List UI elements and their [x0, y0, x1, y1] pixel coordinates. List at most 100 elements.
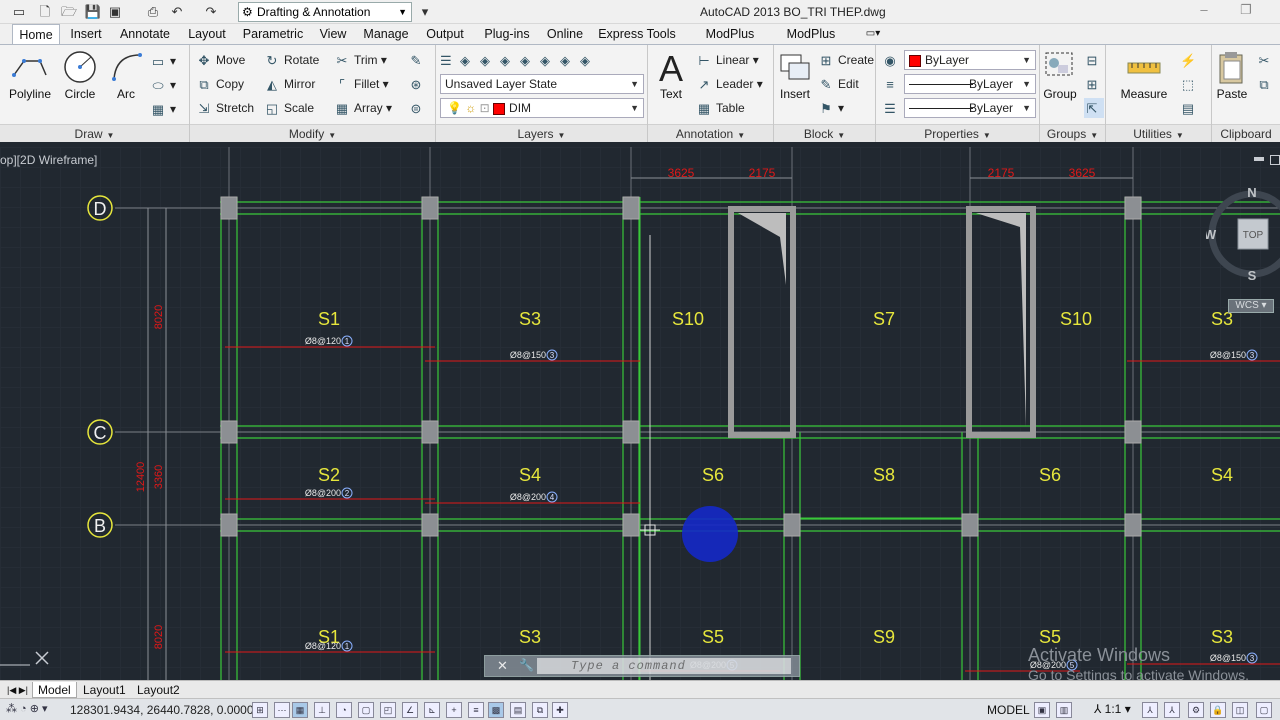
workspace-switch-icon[interactable]: ⚙ [1188, 702, 1204, 718]
ungroup-icon[interactable]: ⊟ [1084, 50, 1104, 70]
annotation-monitor-icon[interactable]: ✚ [552, 702, 568, 718]
workspace-select[interactable]: ⚙ Drafting & Annotation ▼ [238, 2, 412, 22]
hardware-acceleration-icon[interactable]: ◫ [1232, 702, 1248, 718]
groups-panel-title[interactable]: Groups ▼ [1040, 124, 1105, 142]
object-snap-tracking-icon[interactable]: ∠ [402, 702, 418, 718]
insert-block-button[interactable]: Insert [774, 49, 816, 101]
rotate-button[interactable]: ↻ Rotate [264, 50, 320, 70]
group-selection-icon[interactable]: ⇱ [1084, 98, 1104, 118]
wcs-menu[interactable]: WCS ▾ [1228, 299, 1274, 313]
circle-button[interactable]: Circle [56, 49, 104, 101]
tab-home[interactable]: Home [12, 24, 60, 44]
ortho-icon[interactable]: ⊥ [314, 702, 330, 718]
infer-icon[interactable]: ⋯ [274, 702, 290, 718]
minimize-icon[interactable]: – [1194, 2, 1214, 20]
ellipse-button[interactable]: ⬭ ▾ [150, 75, 176, 95]
ribbon-minimize-icon[interactable]: ▭▾ [860, 24, 886, 44]
quick-select-icon[interactable]: ⚡ [1180, 50, 1200, 70]
calculator-icon[interactable]: ▤ [1180, 98, 1200, 118]
move-button[interactable]: ✥ Move [196, 50, 246, 70]
tab-online[interactable]: Online [544, 24, 586, 44]
tab-layout2[interactable]: Layout2 [132, 682, 185, 698]
transparency-icon[interactable]: ▩ [488, 702, 504, 718]
annotation-panel-title[interactable]: Annotation ▼ [648, 124, 773, 142]
tab-modplus-eskd[interactable]: ModPlus ESKD [688, 24, 772, 61]
tab-layout[interactable]: Layout [184, 24, 230, 44]
select-all-icon[interactable]: ⬚ [1180, 74, 1200, 94]
auto-scale-icon[interactable]: ⅄ [1164, 702, 1180, 718]
modify-panel-title[interactable]: Modify ▼ [190, 124, 435, 142]
match-properties-icon[interactable]: ◉ [882, 50, 902, 70]
cut-icon[interactable]: ✂ [1256, 50, 1276, 70]
fillet-button[interactable]: ⌜ Fillet ▾ [334, 74, 389, 94]
quick-view-layouts-icon[interactable]: ▣ [1034, 702, 1050, 718]
tab-layout1[interactable]: Layout1 [78, 682, 131, 698]
save-icon[interactable]: 💾 [84, 3, 102, 21]
tab-parametric[interactable]: Parametric [240, 24, 306, 44]
create-block-button[interactable]: ⊞ Create [818, 50, 874, 70]
viewcube[interactable]: TOP N W S [1206, 181, 1280, 291]
command-input[interactable] [537, 658, 791, 674]
undo-icon[interactable]: ↶ [168, 3, 186, 21]
annotation-visibility-icon[interactable]: ⅄ [1142, 702, 1158, 718]
tab-view[interactable]: View [316, 24, 350, 44]
qat-dropdown-icon[interactable]: ▾ [416, 3, 434, 21]
compass-north[interactable]: N [1247, 185, 1256, 200]
wrench-icon[interactable]: 🔧 [519, 658, 534, 672]
drawing-viewport[interactable]: D C B 8020 3360 12400 8020 3625 2175 2175 3625 S1 S3… [0, 147, 1280, 680]
snap-mode-icon[interactable]: ⊞ [252, 702, 268, 718]
app-menu-icon[interactable]: ▭ [10, 3, 28, 21]
scale-button[interactable]: ◱ Scale [264, 98, 314, 118]
compass-west[interactable]: W [1206, 227, 1217, 242]
current-layer-select[interactable]: 💡 ☼ ⊡ DIM ▼ [440, 98, 644, 118]
attribute-button[interactable]: ⚑ ▾ [818, 98, 844, 118]
array-button[interactable]: ▦ Array ▾ [334, 98, 392, 118]
tab-modplus[interactable]: ModPlus [784, 24, 838, 44]
tab-plugins[interactable]: Plug-ins [480, 24, 534, 44]
table-button[interactable]: ▦ Table [696, 98, 745, 118]
color-select[interactable]: ByLayer ▼ [904, 50, 1036, 70]
save-as-icon[interactable]: ▣ [106, 3, 124, 21]
restore-icon[interactable]: ❐ [1236, 2, 1256, 20]
layer-state-select[interactable]: Unsaved Layer State ▼ [440, 74, 644, 94]
copy-button[interactable]: ⧉ Copy [196, 74, 244, 94]
linetype-select[interactable]: ByLayer ▼ [904, 74, 1036, 94]
draw-panel-title[interactable]: Draw ▼ [0, 124, 189, 142]
compass-south[interactable]: S [1248, 268, 1257, 283]
new-file-icon[interactable]: 🗋 [36, 3, 54, 21]
tab-output[interactable]: Output [422, 24, 468, 44]
layer-tools-row[interactable]: ☰ ◈ ◈ ◈ ◈ ◈ ◈ ◈ [440, 50, 600, 70]
lineweight-toggle-icon[interactable]: ≡ [468, 702, 484, 718]
viewport-maximize-icon[interactable] [1270, 155, 1280, 165]
tab-annotate[interactable]: Annotate [116, 24, 174, 44]
properties-panel-title[interactable]: Properties ▼ [876, 124, 1039, 142]
status-tools-icon[interactable]: ⁂ ◔ ⊕ ▾ [6, 702, 48, 715]
offset-button[interactable]: ⊜ [408, 98, 428, 118]
quick-properties-icon[interactable]: ▤ [510, 702, 526, 718]
edit-block-button[interactable]: ✎ Edit [818, 74, 859, 94]
coordinate-readout[interactable]: 128301.9434, 26440.7828, 0.0000 [70, 703, 254, 717]
3d-osnap-icon[interactable]: ◰ [380, 702, 396, 718]
open-file-icon[interactable]: 🗁 [60, 3, 78, 21]
text-button[interactable]: A Text [648, 49, 694, 101]
block-panel-title[interactable]: Block ▼ [774, 124, 875, 142]
group-button[interactable]: Group [1040, 49, 1080, 101]
grid-display-icon[interactable]: ▦ [292, 702, 308, 718]
utilities-panel-title[interactable]: Utilities ▼ [1106, 124, 1211, 142]
polyline-button[interactable]: Polyline [6, 49, 54, 101]
arc-button[interactable]: Arc [102, 49, 150, 101]
tab-insert[interactable]: Insert [66, 24, 106, 44]
clipboard-panel-title[interactable]: Clipboard [1212, 124, 1280, 142]
close-icon[interactable]: ✕ [497, 658, 508, 674]
hatch-button[interactable]: ▦ ▾ [150, 99, 176, 119]
group-edit-icon[interactable]: ⊞ [1084, 74, 1104, 94]
leader-button[interactable]: ↗ Leader ▾ [696, 74, 763, 94]
viewport-label[interactable]: op][2D Wireframe] [0, 153, 97, 167]
clean-screen-icon[interactable]: ▢ [1256, 702, 1272, 718]
stretch-button[interactable]: ⇲ Stretch [196, 98, 254, 118]
dynamic-input-icon[interactable]: + [446, 702, 462, 718]
model-space-button[interactable]: MODEL [987, 703, 1030, 717]
object-snap-icon[interactable]: ▢ [358, 702, 374, 718]
polar-tracking-icon[interactable]: ◔ [336, 702, 352, 718]
dynamic-ucs-icon[interactable]: ⊾ [424, 702, 440, 718]
